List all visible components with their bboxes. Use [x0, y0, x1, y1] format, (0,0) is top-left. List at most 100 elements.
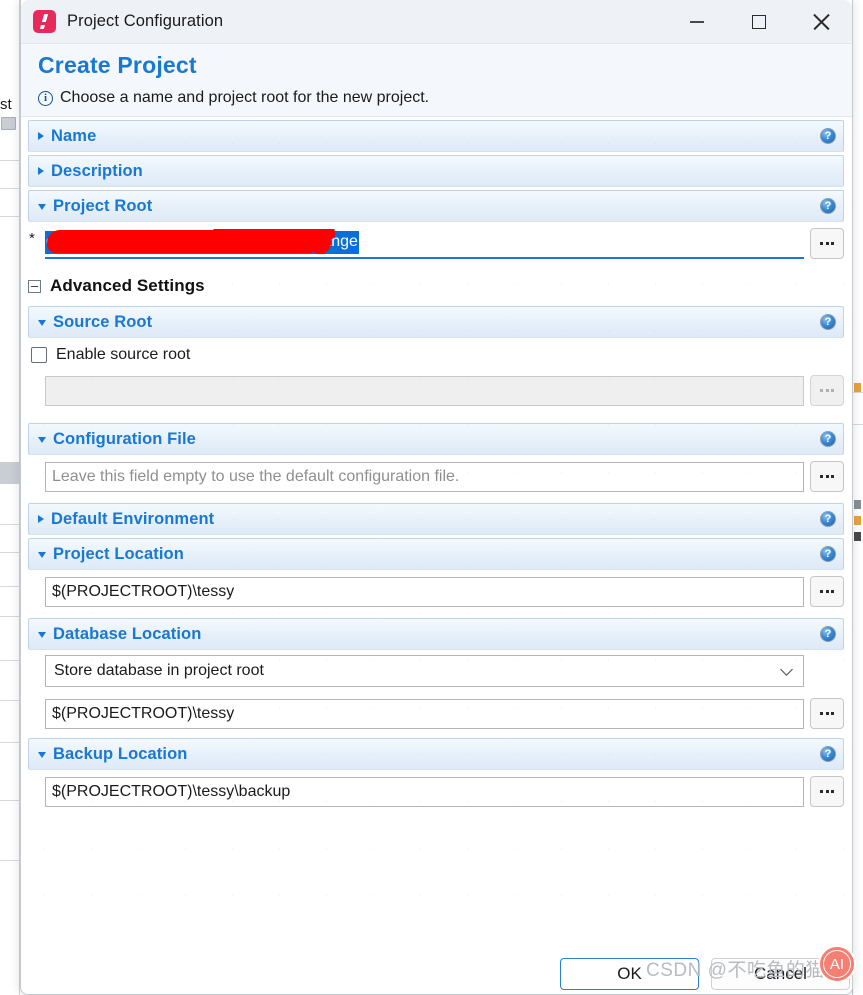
- section-project-location-header[interactable]: Project Location ?: [29, 539, 843, 569]
- section-database-location[interactable]: Database Location ?: [28, 618, 844, 650]
- background-selected-row: [0, 462, 20, 484]
- help-icon[interactable]: ?: [820, 546, 836, 562]
- section-name-title: Name: [51, 126, 97, 145]
- ai-badge-icon: AI: [818, 945, 856, 983]
- section-default-environment[interactable]: Default Environment ?: [28, 503, 844, 535]
- section-database-location-header[interactable]: Database Location ?: [29, 619, 843, 649]
- section-configuration-file[interactable]: Configuration File ?: [28, 423, 844, 455]
- maximize-button[interactable]: [728, 0, 790, 44]
- ellipsis-dot: [825, 242, 829, 245]
- ellipsis-dot: [820, 712, 823, 715]
- section-description[interactable]: Description: [28, 155, 844, 187]
- ellipsis-dot: [820, 590, 823, 593]
- enable-source-root-label: Enable source root: [56, 346, 191, 363]
- project-location-input[interactable]: $(PROJECTROOT)\tessy: [45, 576, 804, 607]
- section-backup-location-header[interactable]: Backup Location ?: [29, 739, 843, 769]
- configuration-file-browse-button[interactable]: [810, 461, 844, 492]
- help-icon[interactable]: ?: [820, 198, 836, 214]
- help-icon[interactable]: ?: [820, 511, 836, 527]
- advanced-settings-label: Advanced Settings: [50, 276, 205, 295]
- project-location-browse-button[interactable]: [810, 576, 844, 607]
- project-root-input[interactable]: example_project\01_example_isValInRange: [45, 228, 804, 259]
- help-icon[interactable]: ?: [820, 128, 836, 144]
- help-icon[interactable]: ?: [820, 431, 836, 447]
- maximize-icon: [752, 15, 766, 29]
- title-bar: Project Configuration: [21, 0, 852, 44]
- background-divider: [0, 216, 20, 217]
- spacer: [21, 412, 852, 420]
- section-configuration-file-header[interactable]: Configuration File ?: [29, 424, 843, 454]
- help-icon[interactable]: ?: [820, 314, 836, 330]
- dialog-description-text: Choose a name and project root for the n…: [60, 89, 430, 106]
- enable-source-root-checkbox[interactable]: [31, 347, 47, 363]
- section-name-header[interactable]: Name ?: [29, 121, 843, 151]
- dialog-body: Name ? Description Project Root ? * exam…: [21, 120, 852, 930]
- chevron-right-icon: [38, 132, 44, 140]
- project-configuration-dialog: Project Configuration Create Project i C…: [20, 0, 853, 995]
- dialog-description: i Choose a name and project root for the…: [38, 89, 852, 107]
- section-default-environment-title: Default Environment: [51, 509, 215, 528]
- ellipsis-dot: [831, 242, 834, 245]
- database-location-input[interactable]: $(PROJECTROOT)\tessy: [45, 698, 804, 729]
- ellipsis-dot: [831, 389, 834, 392]
- background-divider: [0, 524, 20, 525]
- section-name[interactable]: Name ?: [28, 120, 844, 152]
- chevron-down-icon: [38, 752, 46, 758]
- project-location-row: $(PROJECTROOT)\tessy: [21, 570, 852, 615]
- info-icon: i: [38, 90, 53, 106]
- ellipsis-dot: [825, 712, 829, 715]
- advanced-settings-node[interactable]: Advanced Settings: [21, 267, 852, 303]
- database-location-browse-button[interactable]: [810, 698, 844, 729]
- background-divider: [0, 700, 20, 701]
- section-project-root[interactable]: Project Root ?: [28, 190, 844, 222]
- section-description-header[interactable]: Description: [29, 156, 843, 186]
- database-location-dropdown-value: Store database in project root: [54, 662, 264, 679]
- background-window-left: st: [0, 0, 20, 995]
- project-root-browse-button[interactable]: [810, 228, 844, 259]
- section-source-root-title: Source Root: [53, 312, 153, 331]
- database-location-dropdown[interactable]: Store database in project root: [45, 655, 804, 687]
- source-root-row: [21, 370, 852, 412]
- configuration-file-input[interactable]: Leave this field empty to use the defaul…: [45, 461, 804, 492]
- section-project-location[interactable]: Project Location ?: [28, 538, 844, 570]
- source-root-browse-button: [810, 375, 844, 406]
- tessy-logo-icon: [33, 10, 56, 33]
- minimize-button[interactable]: [666, 0, 728, 44]
- ellipsis-dot: [831, 590, 834, 593]
- background-divider: [0, 616, 20, 617]
- ellipsis-dot: [820, 389, 823, 392]
- minimize-icon: [690, 21, 704, 23]
- help-icon[interactable]: ?: [820, 626, 836, 642]
- ellipsis-dot: [820, 790, 823, 793]
- section-source-root-header[interactable]: Source Root ?: [29, 307, 843, 337]
- background-marker: [854, 383, 861, 392]
- ok-button[interactable]: OK: [560, 958, 699, 990]
- help-icon[interactable]: ?: [820, 746, 836, 762]
- backup-location-input[interactable]: $(PROJECTROOT)\tessy\backup: [45, 776, 804, 807]
- ellipsis-dot: [831, 712, 834, 715]
- section-project-location-title: Project Location: [53, 544, 184, 563]
- chevron-down-icon: [38, 632, 46, 638]
- section-default-environment-header[interactable]: Default Environment ?: [29, 504, 843, 534]
- ellipsis-dot: [820, 475, 823, 478]
- background-divider: [0, 660, 20, 661]
- section-project-root-title: Project Root: [53, 196, 153, 215]
- chevron-right-icon: [38, 167, 44, 175]
- ellipsis-dot: [825, 790, 829, 793]
- section-source-root[interactable]: Source Root ?: [28, 306, 844, 338]
- background-divider: [0, 160, 20, 161]
- close-button[interactable]: [790, 0, 852, 44]
- database-location-dropdown-row: Store database in project root: [21, 650, 852, 693]
- background-divider: [0, 552, 20, 553]
- ellipsis-dot: [825, 590, 829, 593]
- background-divider: [0, 586, 20, 587]
- backup-location-browse-button[interactable]: [810, 776, 844, 807]
- collapse-box-icon[interactable]: [28, 279, 41, 293]
- section-backup-location[interactable]: Backup Location ?: [28, 738, 844, 770]
- ellipsis-dot: [825, 475, 829, 478]
- chevron-right-icon: [38, 515, 44, 523]
- enable-source-root-row[interactable]: Enable source root: [21, 338, 852, 370]
- section-project-root-header[interactable]: Project Root ?: [29, 191, 843, 221]
- section-database-location-title: Database Location: [53, 624, 202, 643]
- database-location-row: $(PROJECTROOT)\tessy: [21, 693, 852, 735]
